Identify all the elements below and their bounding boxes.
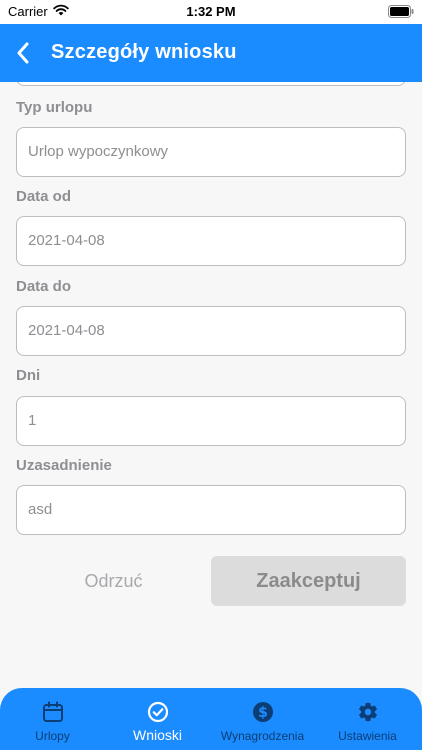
status-time: 1:32 PM	[186, 4, 236, 19]
dollar-icon: $	[252, 700, 274, 724]
justification-input[interactable]: asd	[16, 485, 406, 535]
reject-button[interactable]: Odrzuć	[16, 556, 211, 606]
leave-type-label: Typ urlopu	[16, 99, 93, 116]
tab-bar: Urlopy Wnioski $ Wynagrodzenia Ustawieni…	[0, 688, 422, 750]
tab-ustawienia[interactable]: Ustawienia	[315, 688, 420, 750]
date-from-input[interactable]: 2021-04-08	[16, 216, 406, 266]
gear-icon	[357, 700, 379, 724]
page-title: Szczegóły wniosku	[51, 41, 237, 63]
leave-type-input[interactable]: Urlop wypoczynkowy	[16, 127, 406, 177]
form-scroll-area[interactable]: Typ urlopu Urlop wypoczynkowy Data od 20…	[0, 82, 422, 688]
tab-label: Wnioski	[132, 727, 182, 743]
days-input[interactable]: 1	[16, 396, 406, 446]
tab-label: Ustawienia	[338, 729, 397, 743]
back-button[interactable]	[10, 38, 36, 68]
tab-label: Urlopy	[35, 729, 70, 743]
chevron-left-icon	[17, 42, 29, 64]
justification-label: Uzasadnienie	[16, 457, 112, 474]
previous-field-input[interactable]	[16, 82, 406, 86]
tab-wynagrodzenia[interactable]: $ Wynagrodzenia	[210, 688, 315, 750]
date-to-label: Data do	[16, 278, 72, 295]
tab-urlopy[interactable]: Urlopy	[0, 688, 105, 750]
date-to-input[interactable]: 2021-04-08	[16, 306, 406, 356]
check-circle-icon	[147, 700, 169, 724]
battery-icon	[388, 5, 414, 21]
tab-wnioski[interactable]: Wnioski	[105, 688, 210, 750]
date-from-label: Data od	[16, 188, 72, 205]
days-label: Dni	[16, 367, 41, 384]
tab-label: Wynagrodzenia	[220, 729, 305, 743]
accept-button[interactable]: Zaakceptuj	[211, 556, 406, 606]
status-bar: Carrier 1:32 PM	[0, 0, 422, 24]
svg-text:$: $	[258, 705, 268, 721]
navigation-bar: Szczegóły wniosku	[0, 24, 422, 82]
calendar-icon	[42, 700, 64, 724]
